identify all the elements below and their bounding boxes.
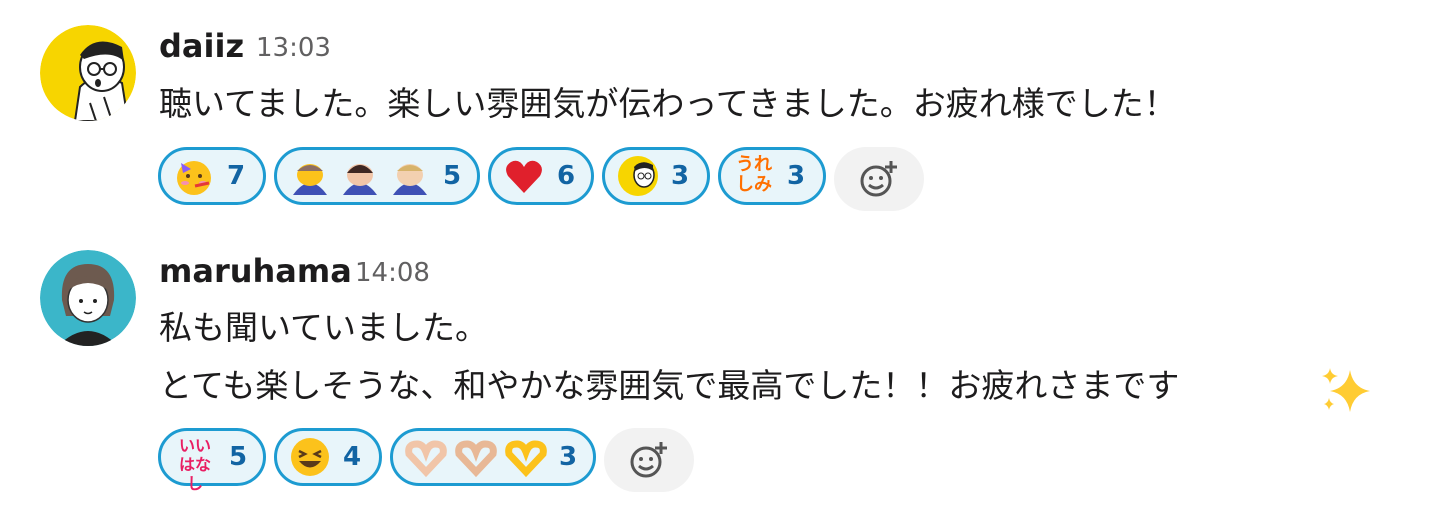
avatar-maruhama[interactable] [40,250,136,346]
heart-hands-icon [405,436,447,478]
heart-hands-icon [505,436,547,478]
reactions-bar: 7 5 6 3 うれしみ 3 [158,147,924,211]
add-reaction-button[interactable] [604,428,694,492]
reaction-heart-hands[interactable]: 3 [390,428,596,486]
reactions-bar: いいはなし 5 4 3 [158,428,694,493]
person-bowing-icon [339,155,381,197]
message-author[interactable]: daiiz [159,26,244,66]
reaction-red-heart[interactable]: 6 [488,147,594,205]
reaction-count: 4 [343,442,362,472]
reaction-count: 5 [229,442,248,472]
message-timestamp[interactable]: 13:03 [256,28,331,68]
message-text-line-1: 私も聞いていました。 [159,308,489,347]
reaction-ureshimi[interactable]: うれしみ 3 [718,147,826,205]
reaction-partying-face[interactable]: 7 [158,147,266,205]
sparkles-icon [1320,366,1376,420]
reaction-count: 6 [557,161,576,191]
reaction-count: 3 [787,161,806,191]
reaction-count: 5 [443,161,462,191]
message-author[interactable]: maruhama [159,251,352,291]
laughing-face-icon [289,436,331,478]
person-bowing-icon [389,155,431,197]
iihanashi-icon: いいはなし [178,436,211,493]
add-reaction-icon [630,442,667,478]
message-text-line-2: とても楽しそうな、和やかな雰囲気で最高でした！！お疲れさまです [159,366,1180,405]
reaction-iihanashi[interactable]: いいはなし 5 [158,428,266,493]
message-text: 聴いてました。楽しい雰囲気が伝わってきました。お疲れ様でした！ [159,84,1177,123]
partying-face-icon [173,155,215,197]
avatar-daiiz[interactable] [40,25,136,121]
ureshimi-icon: うれしみ [736,154,772,195]
reaction-count: 3 [559,442,578,472]
reaction-bowing-persons[interactable]: 5 [274,147,480,205]
reaction-laughing-face[interactable]: 4 [274,428,382,486]
person-bowing-icon [289,155,331,197]
add-reaction-button[interactable] [834,147,924,211]
heart-hands-icon [455,436,497,478]
daiiz-face-icon [617,155,659,197]
reaction-count: 3 [671,161,690,191]
red-heart-icon [503,155,545,197]
add-reaction-icon [860,161,897,197]
message-timestamp[interactable]: 14:08 [355,253,430,293]
reaction-count: 7 [227,161,246,191]
reaction-daiiz-face[interactable]: 3 [602,147,710,205]
